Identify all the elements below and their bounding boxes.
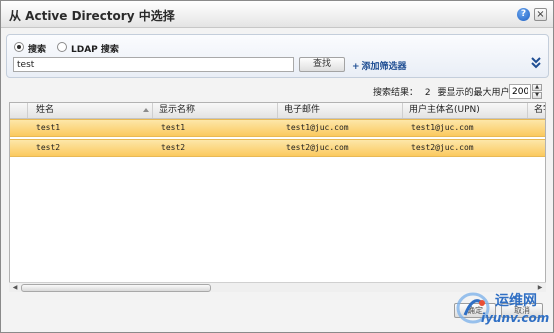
max-users-input[interactable] <box>509 84 531 99</box>
cell-upn: test2@juc.com <box>411 143 474 152</box>
scroll-left-icon[interactable]: ◀ <box>11 284 19 292</box>
row-selector-header <box>10 103 28 118</box>
help-icon[interactable]: ? <box>517 8 530 21</box>
table-row[interactable]: test2 test2 test2@juc.com test2@juc.com <box>10 139 545 157</box>
column-header-name[interactable]: 姓名 <box>28 103 153 118</box>
results-table: 姓名 显示名称 电子邮件 用户主体名(UPN) 名字 test1 test1 t… <box>9 102 546 292</box>
ldap-search-label[interactable]: LDAP 搜索 <box>71 42 119 55</box>
max-users-stepper[interactable]: ▲ ▼ <box>532 84 542 99</box>
spin-up-icon[interactable]: ▲ <box>532 84 542 91</box>
add-filter-label: 添加筛选器 <box>361 62 407 72</box>
cell-display-name: test1 <box>161 123 186 132</box>
cell-name: test1 <box>36 123 61 132</box>
plus-icon: + <box>352 62 360 72</box>
table-header: 姓名 显示名称 电子邮件 用户主体名(UPN) 名字 <box>10 103 545 119</box>
cell-display-name: test2 <box>161 143 186 152</box>
search-mode-label[interactable]: 搜索 <box>28 42 46 55</box>
cell-upn: test1@juc.com <box>411 123 474 132</box>
close-icon[interactable]: × <box>534 8 547 21</box>
result-count: 2 <box>424 88 431 98</box>
double-chevron-down-icon[interactable] <box>530 56 542 70</box>
column-header-first-name[interactable]: 名字 <box>528 103 545 118</box>
cell-email: test2@juc.com <box>286 143 349 152</box>
dialog-title: 从 Active Directory 中选择 <box>9 9 175 23</box>
cell-name: test2 <box>36 143 61 152</box>
column-header-email[interactable]: 电子邮件 <box>278 103 403 118</box>
select-from-ad-dialog: 从 Active Directory 中选择 ? × 搜索 LDAP 搜索 查找… <box>0 0 554 333</box>
result-label: 搜索结果： <box>373 88 419 98</box>
result-summary: 搜索结果： 2 要显示的最大用户数： <box>373 85 528 98</box>
cell-email: test1@juc.com <box>286 123 349 132</box>
table-row[interactable]: test1 test1 test1@juc.com test1@juc.com <box>10 119 545 137</box>
add-filter-link[interactable]: + 添加筛选器 <box>352 59 407 72</box>
title-bar: 从 Active Directory 中选择 ? × <box>1 1 553 28</box>
column-header-upn[interactable]: 用户主体名(UPN) <box>403 103 528 118</box>
watermark-name: 运维网 <box>495 293 537 309</box>
search-panel: 搜索 LDAP 搜索 查找 +添加筛选器 <box>6 34 549 78</box>
sort-ascending-icon <box>143 108 149 112</box>
watermark-url: iyunv.com <box>481 311 550 325</box>
search-input[interactable] <box>13 57 294 72</box>
scroll-thumb[interactable] <box>21 284 211 292</box>
ldap-search-radio[interactable] <box>57 42 67 52</box>
find-button[interactable]: 查找 <box>299 57 345 72</box>
watermark: 运维网 iyunv.com <box>449 287 553 332</box>
expand-chevrons-svg <box>531 57 541 69</box>
search-mode-radio[interactable] <box>14 42 24 52</box>
column-header-display-name[interactable]: 显示名称 <box>153 103 278 118</box>
spin-down-icon[interactable]: ▼ <box>532 92 542 99</box>
